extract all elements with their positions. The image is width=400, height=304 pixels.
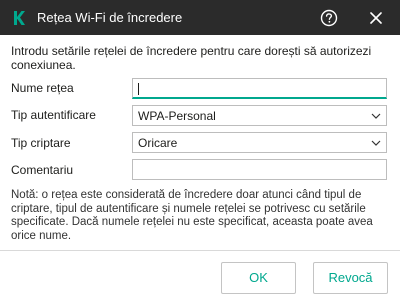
auth-type-label: Tip autentificare xyxy=(11,108,96,122)
encryption-type-label: Tip criptare xyxy=(11,136,71,150)
text-caret xyxy=(138,83,139,95)
comment-input[interactable] xyxy=(132,159,387,180)
kaspersky-logo-icon xyxy=(14,11,25,25)
intro-text: Introdu setările rețelei de încredere pe… xyxy=(11,44,372,72)
title-bar: Rețea Wi-Fi de încredere xyxy=(0,0,400,35)
chevron-down-icon xyxy=(371,113,381,119)
trusted-wifi-dialog: Rețea Wi-Fi de încredere Introdu setăril… xyxy=(0,0,400,304)
network-name-input[interactable] xyxy=(132,78,387,99)
help-icon[interactable] xyxy=(320,9,338,27)
network-name-label: Nume rețea xyxy=(11,81,74,95)
auth-type-select[interactable]: WPA-Personal xyxy=(132,105,387,126)
note-text: Notă: o rețea este considerată de încred… xyxy=(11,189,373,242)
ok-button[interactable]: OK xyxy=(221,262,296,294)
encryption-type-value: Oricare xyxy=(138,136,178,150)
encryption-type-select[interactable]: Oricare xyxy=(132,132,387,153)
chevron-down-icon xyxy=(371,140,381,146)
comment-label: Comentariu xyxy=(11,163,74,177)
dialog-title: Rețea Wi-Fi de încredere xyxy=(37,10,183,25)
auth-type-value: WPA-Personal xyxy=(138,109,216,123)
close-icon[interactable] xyxy=(368,10,384,26)
dialog-footer: OK Revocă xyxy=(0,250,400,304)
cancel-button[interactable]: Revocă xyxy=(313,262,388,294)
